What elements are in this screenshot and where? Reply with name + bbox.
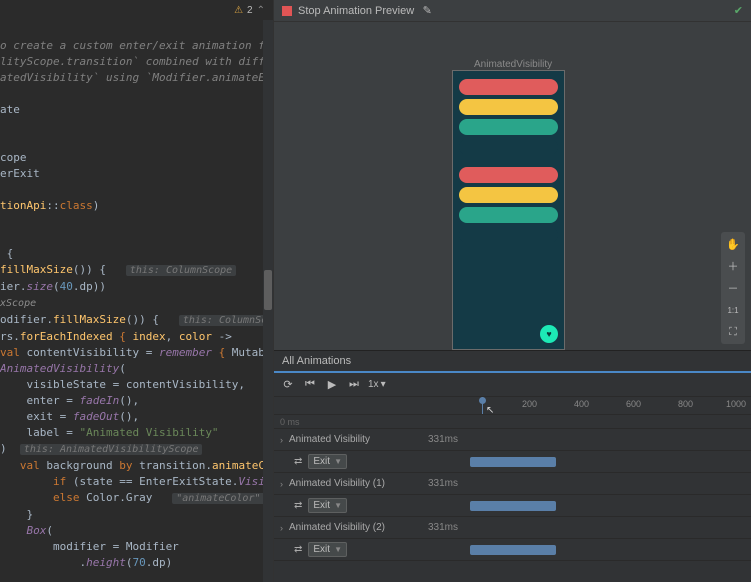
tick-1000: 1000	[726, 399, 746, 409]
timeline-ruler[interactable]: 200 400 600 800 1000 ↖	[274, 397, 751, 415]
zoom-in-icon[interactable]: ＋	[724, 257, 742, 275]
scrollbar-thumb[interactable]	[264, 270, 272, 310]
track-1-header[interactable]: › Animated Visibility (1) 331ms	[274, 473, 751, 495]
expand-icon[interactable]: ⌃	[257, 5, 265, 16]
preview-bar-5	[459, 187, 558, 203]
status-ok-icon: ✔	[734, 4, 743, 17]
stop-icon[interactable]	[282, 6, 292, 16]
track-0-name: Animated Visibility	[289, 434, 370, 445]
playback-controls: ⟳ ⏮ ▶ ⏭ 1x▾	[274, 373, 751, 397]
chevron-down-icon: ▼	[334, 457, 342, 466]
skip-end-icon[interactable]: ⏭	[346, 377, 362, 393]
canvas-zoom-tools: ✋ ＋ － 1:1 ⛶	[721, 232, 745, 344]
swap-icon[interactable]: ⇄	[294, 544, 302, 555]
chevron-right-icon[interactable]: ›	[280, 479, 283, 489]
timeline: 200 400 600 800 1000 ↖ 0 ms › Animated V…	[274, 397, 751, 582]
preview-bar-4	[459, 167, 558, 183]
swap-icon[interactable]: ⇄	[294, 500, 302, 511]
track-0-sub: ⇄ Exit▼	[274, 451, 751, 473]
preview-bar-1	[459, 99, 558, 115]
play-icon[interactable]: ▶	[324, 377, 340, 393]
zoom-fit-icon[interactable]: ⛶	[724, 323, 742, 341]
chevron-down-icon: ▾	[381, 379, 386, 390]
swap-icon[interactable]: ⇄	[294, 456, 302, 467]
tick-600: 600	[626, 399, 641, 409]
preview-bar-0	[459, 79, 558, 95]
track-2-name: Animated Visibility (2)	[289, 522, 385, 533]
fab-button[interactable]: ♥	[540, 325, 558, 343]
chevron-down-icon: ▼	[334, 501, 342, 510]
track-0-state-select[interactable]: Exit▼	[308, 454, 347, 469]
pan-icon[interactable]: ✋	[724, 235, 742, 253]
toolbar-title: Stop Animation Preview	[298, 5, 414, 17]
heart-icon: ♥	[546, 329, 551, 339]
scrub-time-label: 0 ms	[274, 415, 464, 428]
speed-selector[interactable]: 1x▾	[368, 379, 386, 390]
track-2-header[interactable]: › Animated Visibility (2) 331ms	[274, 517, 751, 539]
skip-start-icon[interactable]: ⏮	[302, 377, 318, 393]
loop-icon[interactable]: ⟳	[280, 377, 296, 393]
warning-icon: ⚠	[234, 5, 243, 16]
preview-bar-7	[459, 227, 558, 243]
chevron-right-icon[interactable]: ›	[280, 435, 283, 445]
edit-icon[interactable]: ✎	[420, 4, 434, 18]
component-label: AnimatedVisibility	[474, 59, 552, 70]
preview-pane: Stop Animation Preview ✎ ✔ AnimatedVisib…	[273, 0, 751, 582]
zoom-out-icon[interactable]: －	[724, 279, 742, 297]
track-2-segment[interactable]	[470, 545, 556, 555]
track-1-duration: 331ms	[428, 478, 458, 489]
editor-status-bar: ⚠ 2 ⌃	[0, 0, 273, 20]
inspector-tab-all[interactable]: All Animations	[274, 351, 751, 373]
warning-count: 2	[247, 5, 253, 16]
editor-scrollbar[interactable]	[263, 20, 273, 582]
track-1-segment[interactable]	[470, 501, 556, 511]
cursor-icon: ↖	[486, 405, 494, 416]
preview-bar-6	[459, 207, 558, 223]
tick-400: 400	[574, 399, 589, 409]
code-editor-pane: ⚠ 2 ⌃ o create a custom enter/exit anima…	[0, 0, 273, 582]
preview-canvas[interactable]: AnimatedVisibility ♥ ✋ ＋ － 1:1 ⛶	[274, 22, 751, 350]
tick-200: 200	[522, 399, 537, 409]
chevron-right-icon[interactable]: ›	[280, 523, 283, 533]
track-1-state-select[interactable]: Exit▼	[308, 498, 347, 513]
playhead[interactable]	[482, 397, 483, 414]
device-frame: ♥	[452, 70, 565, 350]
preview-toolbar: Stop Animation Preview ✎ ✔	[274, 0, 751, 22]
track-1-sub: ⇄ Exit▼	[274, 495, 751, 517]
animation-inspector: All Animations ⟳ ⏮ ▶ ⏭ 1x▾ 200 400 600 8…	[274, 350, 751, 582]
zoom-reset-button[interactable]: 1:1	[724, 301, 742, 319]
preview-bar-2	[459, 119, 558, 135]
tick-800: 800	[678, 399, 693, 409]
track-2-state-select[interactable]: Exit▼	[308, 542, 347, 557]
code-area[interactable]: o create a custom enter/exit animation f…	[0, 20, 273, 571]
track-1-name: Animated Visibility (1)	[289, 478, 385, 489]
track-2-sub: ⇄ Exit▼	[274, 539, 751, 561]
track-2-duration: 331ms	[428, 522, 458, 533]
preview-bar-3	[459, 139, 558, 155]
track-0-duration: 331ms	[428, 434, 458, 445]
track-0-segment[interactable]	[470, 457, 556, 467]
track-0-header[interactable]: › Animated Visibility 331ms	[274, 429, 751, 451]
chevron-down-icon: ▼	[334, 545, 342, 554]
